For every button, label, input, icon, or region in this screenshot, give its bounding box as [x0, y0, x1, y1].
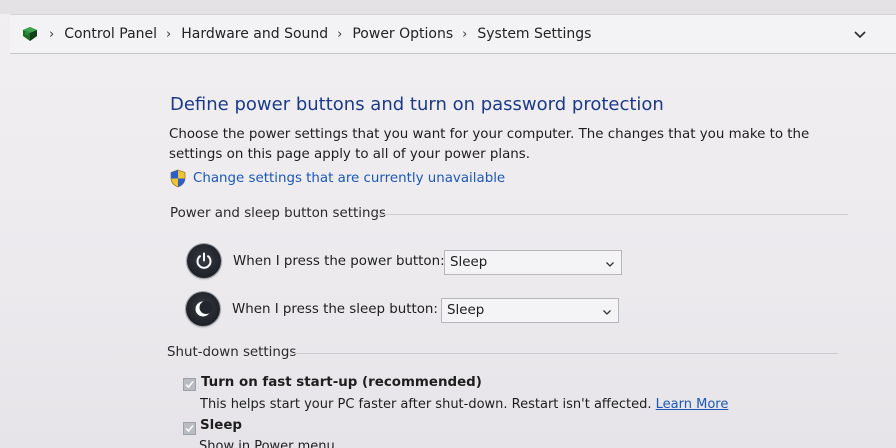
breadcrumb-power-options[interactable]: Power Options — [352, 26, 453, 42]
sleep-button-label: When I press the sleep button: — [232, 301, 438, 317]
breadcrumb-control-panel[interactable]: Control Panel — [64, 26, 157, 42]
chevron-down-icon — [605, 258, 615, 268]
main-content: Define power buttons and turn on passwor… — [0, 54, 896, 448]
fast-startup-description-text: This helps start your PC faster after sh… — [200, 397, 652, 412]
sleep-option-label[interactable]: Sleep — [200, 418, 242, 433]
sleep-button-action-select[interactable]: Sleep — [441, 298, 619, 323]
window-top-strip — [0, 0, 896, 14]
sleep-option-description: Show in Power menu — [199, 439, 335, 448]
power-button-action-select[interactable]: Sleep — [444, 250, 622, 275]
power-button-label: When I press the power button: — [233, 253, 445, 269]
chevron-down-icon — [602, 306, 612, 316]
power-section-heading: Power and sleep button settings — [170, 206, 386, 221]
uac-shield-icon — [169, 169, 187, 188]
power-icon — [187, 244, 221, 278]
breadcrumb-hardware-and-sound[interactable]: Hardware and Sound — [181, 26, 328, 42]
address-history-chevron-down-icon[interactable] — [852, 26, 868, 42]
breadcrumb-separator-icon[interactable]: › — [462, 27, 467, 42]
fast-startup-label[interactable]: Turn on fast start-up (recommended) — [201, 375, 482, 390]
control-panel-icon[interactable] — [19, 23, 41, 45]
address-bar[interactable]: › Control Panel › Hardware and Sound › P… — [10, 14, 896, 54]
shutdown-section-heading: Shut-down settings — [167, 345, 297, 360]
breadcrumb-separator-icon[interactable]: › — [337, 27, 342, 42]
power-button-action-value: Sleep — [450, 255, 488, 270]
shutdown-section-divider — [294, 353, 838, 354]
breadcrumb-separator-icon[interactable]: › — [166, 27, 171, 42]
learn-more-link[interactable]: Learn More — [656, 397, 729, 412]
sleep-checkbox[interactable] — [183, 422, 196, 435]
breadcrumb-system-settings[interactable]: System Settings — [477, 26, 591, 42]
page-title: Define power buttons and turn on passwor… — [170, 94, 664, 115]
page-description: Choose the power settings that you want … — [169, 127, 810, 162]
power-button-row: When I press the power button: — [187, 244, 445, 278]
fast-startup-checkbox[interactable] — [183, 378, 196, 391]
system-settings-window: › Control Panel › Hardware and Sound › P… — [0, 0, 896, 448]
breadcrumb-separator-icon: › — [49, 26, 55, 42]
sleep-moon-icon — [186, 292, 220, 326]
sleep-button-action-value: Sleep — [447, 303, 485, 318]
power-section-divider — [377, 214, 848, 215]
change-unavailable-settings-link[interactable]: Change settings that are currently unava… — [193, 171, 505, 186]
sleep-button-row: When I press the sleep button: — [186, 292, 438, 326]
fast-startup-description: This helps start your PC faster after sh… — [200, 397, 728, 412]
